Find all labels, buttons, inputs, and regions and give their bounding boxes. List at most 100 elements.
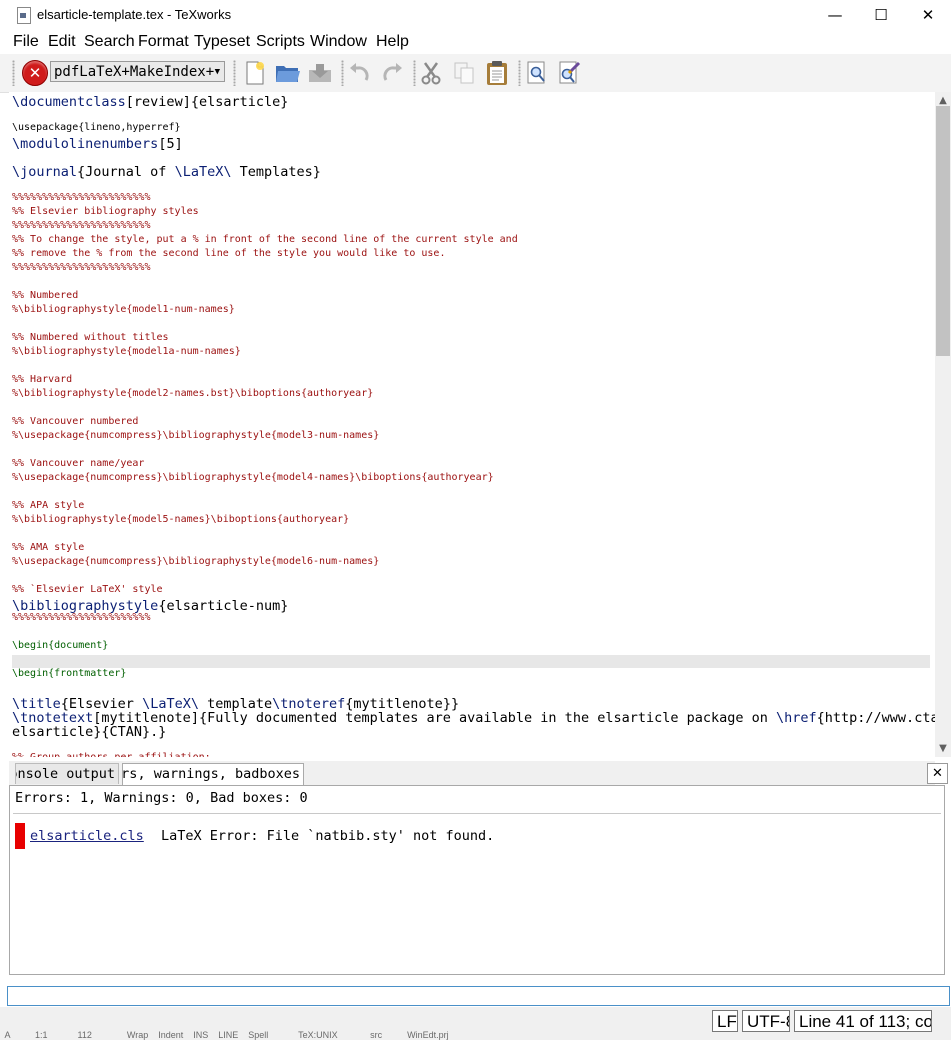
code-text: \begin{document}: [12, 640, 109, 651]
save-icon[interactable]: [307, 60, 333, 86]
code-line: %%%%%%%%%%%%%%%%%%%%%%%: [12, 192, 150, 203]
error-message: LaTeX Error: File `natbib.sty' not found…: [161, 828, 495, 844]
typeset-engine-select[interactable]: pdfLaTeX+MakeIndex+ ▼: [50, 61, 225, 82]
title-bar: elsarticle-template.tex - TeXworks — ☐ ✕: [0, 0, 951, 31]
find-icon[interactable]: [524, 60, 550, 86]
code-line: \begin{document}: [12, 640, 108, 651]
code-text: \begin{frontmatter}: [12, 668, 127, 679]
tab-errors[interactable]: Errors, warnings, badboxes: [122, 763, 304, 786]
command-line-input[interactable]: [7, 986, 950, 1006]
code-line: %% Harvard: [12, 374, 72, 385]
menu-bar: File Edit Search Format Typeset Scripts …: [0, 31, 951, 54]
latex-comment: %% Harvard: [12, 374, 73, 385]
stop-typeset-icon[interactable]: ✕: [22, 60, 48, 86]
tab-console-label: Console output: [16, 766, 115, 782]
code-line: %\bibliographystyle{model5-names}\bibopt…: [12, 514, 349, 525]
latex-comment: %\bibliographystyle{model1a-num-names}: [12, 346, 241, 357]
code-text: \usepackage{lineno,hyperref}: [12, 122, 181, 133]
latex-comment: %\usepackage{numcompress}\bibliographyst…: [12, 556, 380, 567]
code-line: %% `Elsevier LaTeX' style: [12, 584, 163, 595]
code-line: \modulolinenumbers[5]: [12, 136, 183, 152]
toolbar-grip[interactable]: [413, 60, 416, 86]
line-ending-status[interactable]: LF: [712, 1010, 738, 1032]
undo-icon[interactable]: [346, 60, 372, 86]
paste-icon[interactable]: [484, 60, 510, 86]
latex-comment: %\bibliographystyle{model5-names}\bibopt…: [12, 514, 350, 525]
editor-scrollbar[interactable]: ▲ ▼: [935, 92, 951, 757]
code-line: %% Numbered: [12, 290, 78, 301]
toolbar-grip[interactable]: [341, 60, 344, 86]
latex-comment: %% Vancouver name/year: [12, 458, 145, 469]
code-line: %\bibliographystyle{model1a-num-names}: [12, 346, 241, 357]
minimize-button[interactable]: —: [812, 0, 858, 31]
chevron-down-icon: ▼: [214, 67, 220, 77]
latex-comment: %\bibliographystyle{model1-num-names}: [12, 304, 235, 315]
code-line: %% Group authors per affiliation:: [12, 752, 211, 757]
toolbar-grip[interactable]: [518, 60, 521, 86]
redo-icon[interactable]: [380, 60, 406, 86]
cut-icon[interactable]: [418, 60, 444, 86]
latex-comment: %% Vancouver numbered: [12, 416, 139, 427]
code-line: elsarticle}{CTAN}.}: [12, 724, 166, 740]
encoding-status[interactable]: UTF-8: [742, 1010, 790, 1032]
background-window-statusbar: A 1:1 112 Wrap Indent INS LINE Spell TeX…: [0, 1030, 449, 1040]
divider: [13, 813, 941, 814]
menu-format[interactable]: Format: [138, 33, 189, 51]
menu-file[interactable]: File: [13, 33, 39, 51]
code-line: %%%%%%%%%%%%%%%%%%%%%%%: [12, 262, 150, 273]
close-button[interactable]: ✕: [905, 0, 951, 31]
typeset-engine-value: pdfLaTeX+MakeIndex+: [54, 64, 215, 80]
code-line: %\bibliographystyle{model2-names.bst}\bi…: [12, 388, 373, 399]
menu-window[interactable]: Window: [310, 33, 367, 51]
code-line: \documentclass[review]{elsarticle}: [12, 94, 288, 110]
code-line: %%%%%%%%%%%%%%%%%%%%%%%: [12, 612, 150, 623]
latex-comment: %%%%%%%%%%%%%%%%%%%%%%%: [12, 262, 151, 273]
scrollbar-thumb[interactable]: [936, 106, 950, 356]
code-text: [review]{elsarticle}: [125, 94, 289, 110]
latex-command: \LaTeX\: [174, 164, 232, 180]
code-text: [5]: [158, 136, 183, 152]
maximize-button[interactable]: ☐: [858, 0, 904, 31]
code-line: %% Vancouver numbered: [12, 416, 138, 427]
tab-console-output[interactable]: Console output: [15, 763, 119, 784]
new-file-icon[interactable]: [242, 60, 268, 86]
texworks-window: elsarticle-template.tex - TeXworks — ☐ ✕…: [0, 0, 951, 1040]
menu-help[interactable]: Help: [376, 33, 409, 51]
error-marker: [15, 823, 25, 849]
code-text: [mytitlenote]{Fully documented templates…: [93, 710, 777, 726]
cursor-position-status: Line 41 of 113; col 0: [794, 1010, 932, 1032]
panel-close-button[interactable]: ✕: [927, 763, 948, 784]
latex-comment: %\usepackage{numcompress}\bibliographyst…: [12, 472, 494, 483]
errors-panel: Errors: 1, Warnings: 0, Bad boxes: 0 els…: [9, 785, 945, 975]
error-summary: Errors: 1, Warnings: 0, Bad boxes: 0: [15, 790, 308, 806]
latex-comment: %%%%%%%%%%%%%%%%%%%%%%%: [12, 192, 151, 203]
code-text: elsarticle}{CTAN}.}: [12, 724, 167, 740]
code-text: {elsarticle-num}: [158, 598, 289, 614]
latex-comment: %% Elsevier bibliography styles: [12, 206, 199, 217]
code-text: Templates}: [231, 164, 321, 180]
code-line: %\usepackage{numcompress}\bibliographyst…: [12, 430, 379, 441]
copy-icon[interactable]: [451, 60, 477, 86]
error-file-link[interactable]: elsarticle.cls: [30, 828, 144, 844]
latex-comment: %% Numbered: [12, 290, 79, 301]
menu-typeset[interactable]: Typeset: [194, 33, 250, 51]
current-line-highlight: [12, 655, 930, 668]
code-line: %\bibliographystyle{model1-num-names}: [12, 304, 235, 315]
menu-scripts[interactable]: Scripts: [256, 33, 305, 51]
menu-search[interactable]: Search: [84, 33, 135, 51]
latex-comment: %% APA style: [12, 500, 85, 511]
code-line: %% Numbered without titles: [12, 332, 169, 343]
latex-comment: %%%%%%%%%%%%%%%%%%%%%%%: [12, 612, 151, 623]
scroll-down-icon[interactable]: ▼: [935, 740, 951, 757]
replace-icon[interactable]: [557, 60, 583, 86]
toolbar-grip[interactable]: [233, 60, 236, 86]
menu-edit[interactable]: Edit: [48, 33, 76, 51]
latex-command: \modulolinenumbers: [12, 136, 159, 152]
toolbar-grip[interactable]: [12, 60, 15, 86]
source-editor[interactable]: \documentclass[review]{elsarticle} \usepa…: [9, 92, 936, 757]
latex-comment: %% To change the style, put a % in front…: [12, 234, 518, 245]
open-folder-icon[interactable]: [275, 60, 301, 86]
code-line: \usepackage{lineno,hyperref}: [12, 122, 181, 133]
code-text: {Journal of: [77, 164, 175, 180]
latex-comment: %% remove the % from the second line of …: [12, 248, 446, 259]
